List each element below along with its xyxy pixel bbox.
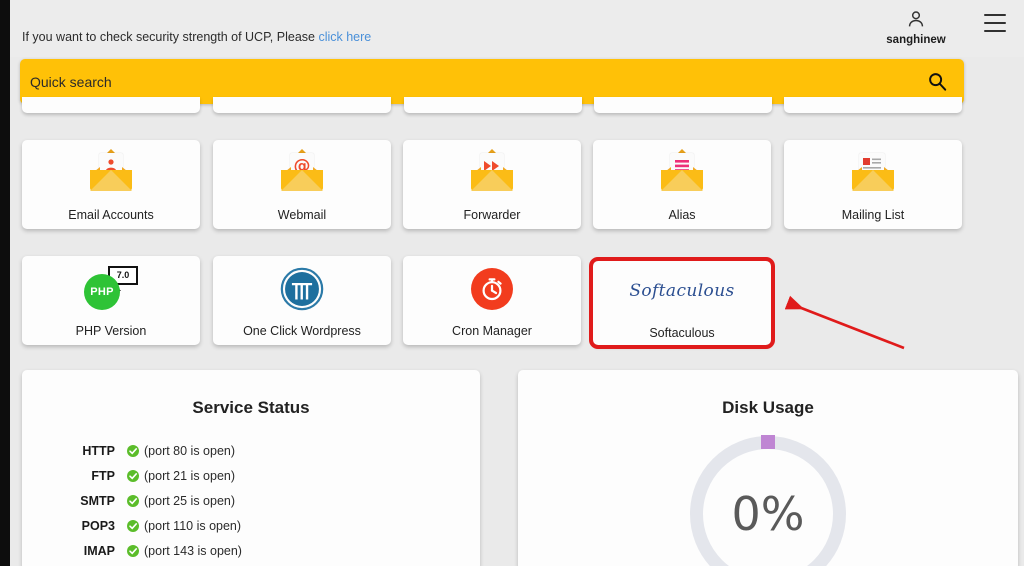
card-webmail[interactable]: @ Webmail [213,140,391,229]
card-email-accounts[interactable]: Email Accounts [22,140,200,229]
red-arrow-annotation [784,295,905,350]
card-label: Webmail [277,207,327,222]
service-state: (port 21 is open) [127,469,235,483]
service-status-list: HTTP (port 80 is open) FTP (port 21 is o… [22,438,480,563]
disk-usage-percent: 0% [731,487,805,541]
ucp-dashboard: If you want to check security strength o… [0,0,1024,566]
envelope-at-icon: @ [213,148,391,198]
user-icon [874,8,958,32]
service-row: IMAP (port 143 is open) [22,538,480,563]
service-state: (port 25 is open) [127,494,235,508]
softaculous-logo-text: Softaculous [629,281,735,301]
service-name: SMTP [80,493,115,508]
php-logo-text: PHP [84,273,120,310]
service-row: HTTP (port 80 is open) [22,438,480,463]
service-state: (port 110 is open) [127,519,241,533]
search-icon[interactable] [926,70,948,92]
card-softaculous[interactable]: Softaculous Softaculous [589,257,775,349]
service-state: (port 143 is open) [127,544,242,558]
service-state-text: (port 143 is open) [144,543,242,558]
card-label: Cron Manager [452,323,532,338]
service-row: FTP (port 21 is open) [22,463,480,488]
service-status-title: Service Status [192,398,310,417]
security-notice-text: If you want to check security strength o… [22,30,319,44]
service-name: IMAP [83,543,115,558]
check-circle-icon [127,519,139,532]
service-state-text: (port 80 is open) [144,443,236,458]
user-name-label: sanghinew [886,34,946,46]
card-label: Mailing List [841,207,905,222]
service-name: HTTP [82,443,115,458]
service-state-text: (port 25 is open) [144,493,236,508]
card-php-version[interactable]: 7.0 PHP PHP Version [22,256,200,345]
card-mailing-list[interactable]: Mailing List [784,140,962,229]
disk-usage-gauge: 0% [690,435,846,566]
softaculous-logo-icon: Softaculous [593,266,771,316]
security-check-link[interactable]: click here [318,30,371,44]
cutoff-card [784,97,962,113]
service-state-text: (port 110 is open) [144,518,242,533]
card-label: Softaculous [649,326,715,340]
card-alias[interactable]: Alias [593,140,771,229]
card-cron-manager[interactable]: Cron Manager [403,256,581,345]
card-label: Email Accounts [68,207,154,222]
check-circle-icon [127,444,139,457]
security-notice: If you want to check security strength o… [22,30,371,44]
left-rail [0,0,10,566]
disk-usage-title: Disk Usage [722,398,814,417]
card-one-click-wordpress[interactable]: One Click Wordpress [213,256,391,345]
service-name: POP3 [81,518,115,533]
service-row: SMTP (port 25 is open) [22,488,480,513]
cutoff-card [594,97,772,113]
user-menu[interactable]: sanghinew [874,8,958,46]
card-label: Forwarder [463,207,521,222]
card-label: One Click Wordpress [243,323,361,338]
service-status-panel: Service Status HTTP (port 80 is open) FT… [22,370,480,566]
check-circle-icon [127,544,139,557]
card-label: Alias [668,207,696,222]
check-circle-icon [127,469,139,482]
service-state-text: (port 21 is open) [144,468,236,483]
wordpress-icon [213,264,391,314]
cutoff-card [213,97,391,113]
envelope-fastforward-icon [403,148,581,198]
php-icon: 7.0 PHP [22,264,200,314]
check-circle-icon [127,494,139,507]
hamburger-menu-icon[interactable] [984,14,1006,32]
page-header: If you want to check security strength o… [10,0,1024,57]
envelope-lines-icon [593,148,771,198]
envelope-person-icon [22,148,200,198]
cutoff-card [404,97,582,113]
service-state: (port 80 is open) [127,444,235,458]
service-row: POP3 (port 110 is open) [22,513,480,538]
cutoff-card-row [22,97,962,115]
service-name: FTP [91,468,115,483]
card-label: PHP Version [75,323,147,338]
card-forwarder[interactable]: Forwarder [403,140,581,229]
cutoff-card [22,97,200,113]
envelope-document-icon [784,148,962,198]
disk-usage-panel: Disk Usage 0% [518,370,1018,566]
stopwatch-icon [403,264,581,314]
